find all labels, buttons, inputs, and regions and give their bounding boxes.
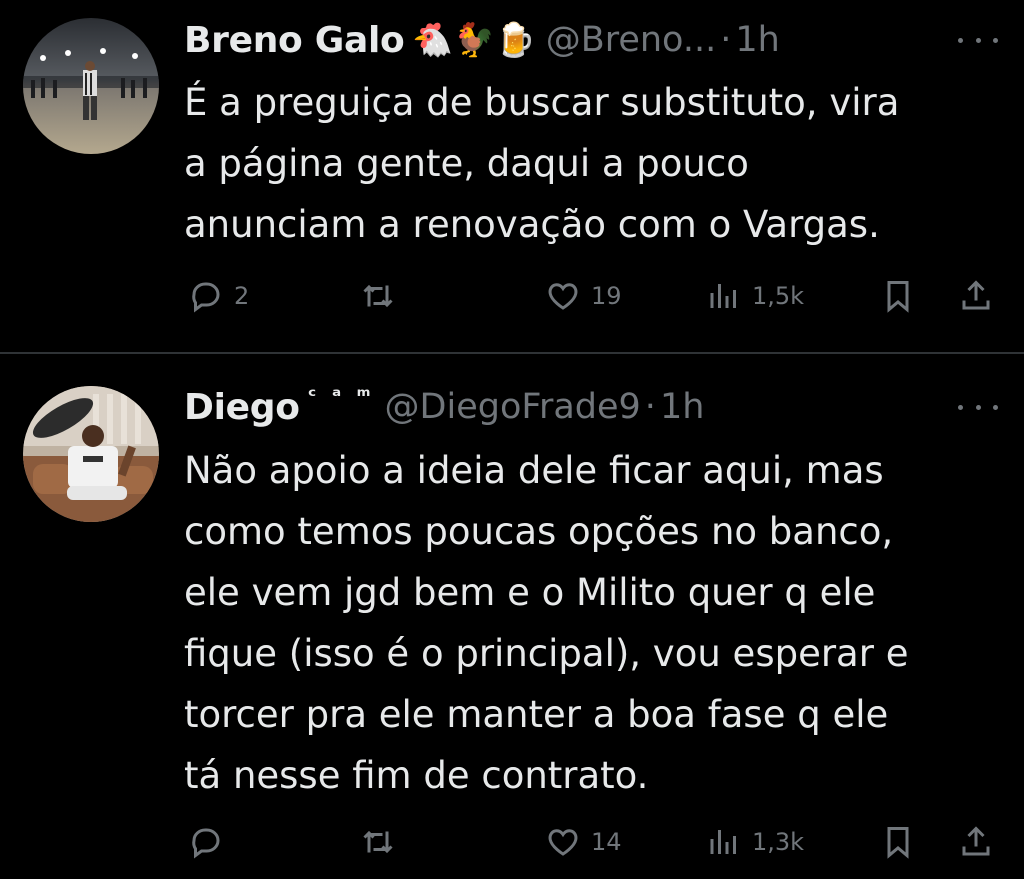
author-handle[interactable]: @Breno... — [546, 20, 717, 60]
tweet-text-line: É a preguiça de buscar substituto, vira — [184, 81, 900, 124]
like-icon — [548, 283, 578, 310]
like-count: 14 — [591, 828, 622, 856]
avatar[interactable] — [23, 18, 159, 154]
bookmark-icon — [887, 281, 909, 313]
like-button[interactable]: 19 — [545, 274, 622, 318]
share-button[interactable] — [958, 820, 994, 864]
name-superscript: ᶜ ᵃ ᵐ — [307, 384, 375, 408]
bookmark-icon — [887, 827, 909, 859]
timestamp[interactable]: 1h — [660, 387, 704, 427]
reply-count: 2 — [234, 282, 250, 310]
action-bar: 14 1,3k — [0, 820, 1024, 864]
timestamp[interactable]: 1h — [735, 20, 779, 60]
author-handle[interactable]: @DiegoFrade9 — [385, 387, 641, 427]
reply-icon — [192, 282, 220, 313]
tweet-text-line: fique (isso é o principal), vou esperar … — [184, 632, 909, 675]
tweet-text-line: como temos poucas opções no banco, — [184, 510, 894, 553]
more-icon[interactable] — [958, 397, 998, 417]
tweet-text-line: torcer pra ele manter a boa fase q ele — [184, 693, 889, 736]
tweet-text-line: a página gente, daqui a pouco — [184, 142, 749, 185]
separator-dot: · — [644, 387, 656, 427]
author-name[interactable]: Breno Galo — [184, 20, 405, 61]
retweet-icon — [363, 284, 393, 308]
share-button[interactable] — [958, 274, 994, 318]
tweet-text: Não apoio a ideia dele ficar aqui, mas c… — [184, 440, 1004, 806]
like-count: 19 — [591, 282, 622, 310]
reply-icon — [192, 828, 220, 859]
name-emoji: 🐔🐓🍺 — [412, 20, 536, 59]
tweet[interactable]: Breno Galo 🐔🐓🍺 @Breno... · 1h É a pregui… — [0, 0, 1024, 352]
tweet-text-line: tá nesse fim de contrato. — [184, 754, 649, 797]
more-icon[interactable] — [958, 30, 998, 50]
tweet-header: Diego ᶜ ᵃ ᵐ @DiegoFrade9 · 1h — [184, 383, 704, 431]
like-icon — [548, 829, 578, 856]
retweet-button[interactable] — [360, 820, 406, 864]
views-count: 1,3k — [752, 828, 805, 856]
retweet-icon — [363, 830, 393, 854]
views-button[interactable]: 1,5k — [706, 274, 804, 318]
like-button[interactable]: 14 — [545, 820, 622, 864]
action-bar: 2 19 1,5k — [0, 274, 1024, 318]
tweet-text-line: ele vem jgd bem e o Milito quer q ele — [184, 571, 876, 614]
tweet-text: É a preguiça de buscar substituto, vira … — [184, 72, 1004, 255]
bookmark-button[interactable] — [880, 820, 916, 864]
retweet-button[interactable] — [360, 274, 406, 318]
avatar[interactable] — [23, 386, 159, 522]
share-icon — [962, 280, 990, 310]
reply-button[interactable]: 2 — [188, 274, 249, 318]
views-button[interactable]: 1,3k — [706, 820, 804, 864]
reply-button[interactable] — [188, 820, 234, 864]
tweet-text-line: Não apoio a ideia dele ficar aqui, mas — [184, 449, 884, 492]
views-icon — [710, 830, 736, 854]
tweet-text-line: anunciam a renovação com o Vargas. — [184, 203, 880, 246]
author-name[interactable]: Diego — [184, 387, 300, 428]
tweet-header: Breno Galo 🐔🐓🍺 @Breno... · 1h — [184, 16, 780, 64]
share-icon — [962, 826, 990, 856]
bookmark-button[interactable] — [880, 274, 916, 318]
tweet[interactable]: Diego ᶜ ᵃ ᵐ @DiegoFrade9 · 1h Não apoio … — [0, 354, 1024, 879]
views-count: 1,5k — [752, 282, 805, 310]
separator-dot: · — [720, 20, 732, 60]
views-icon — [710, 284, 736, 308]
